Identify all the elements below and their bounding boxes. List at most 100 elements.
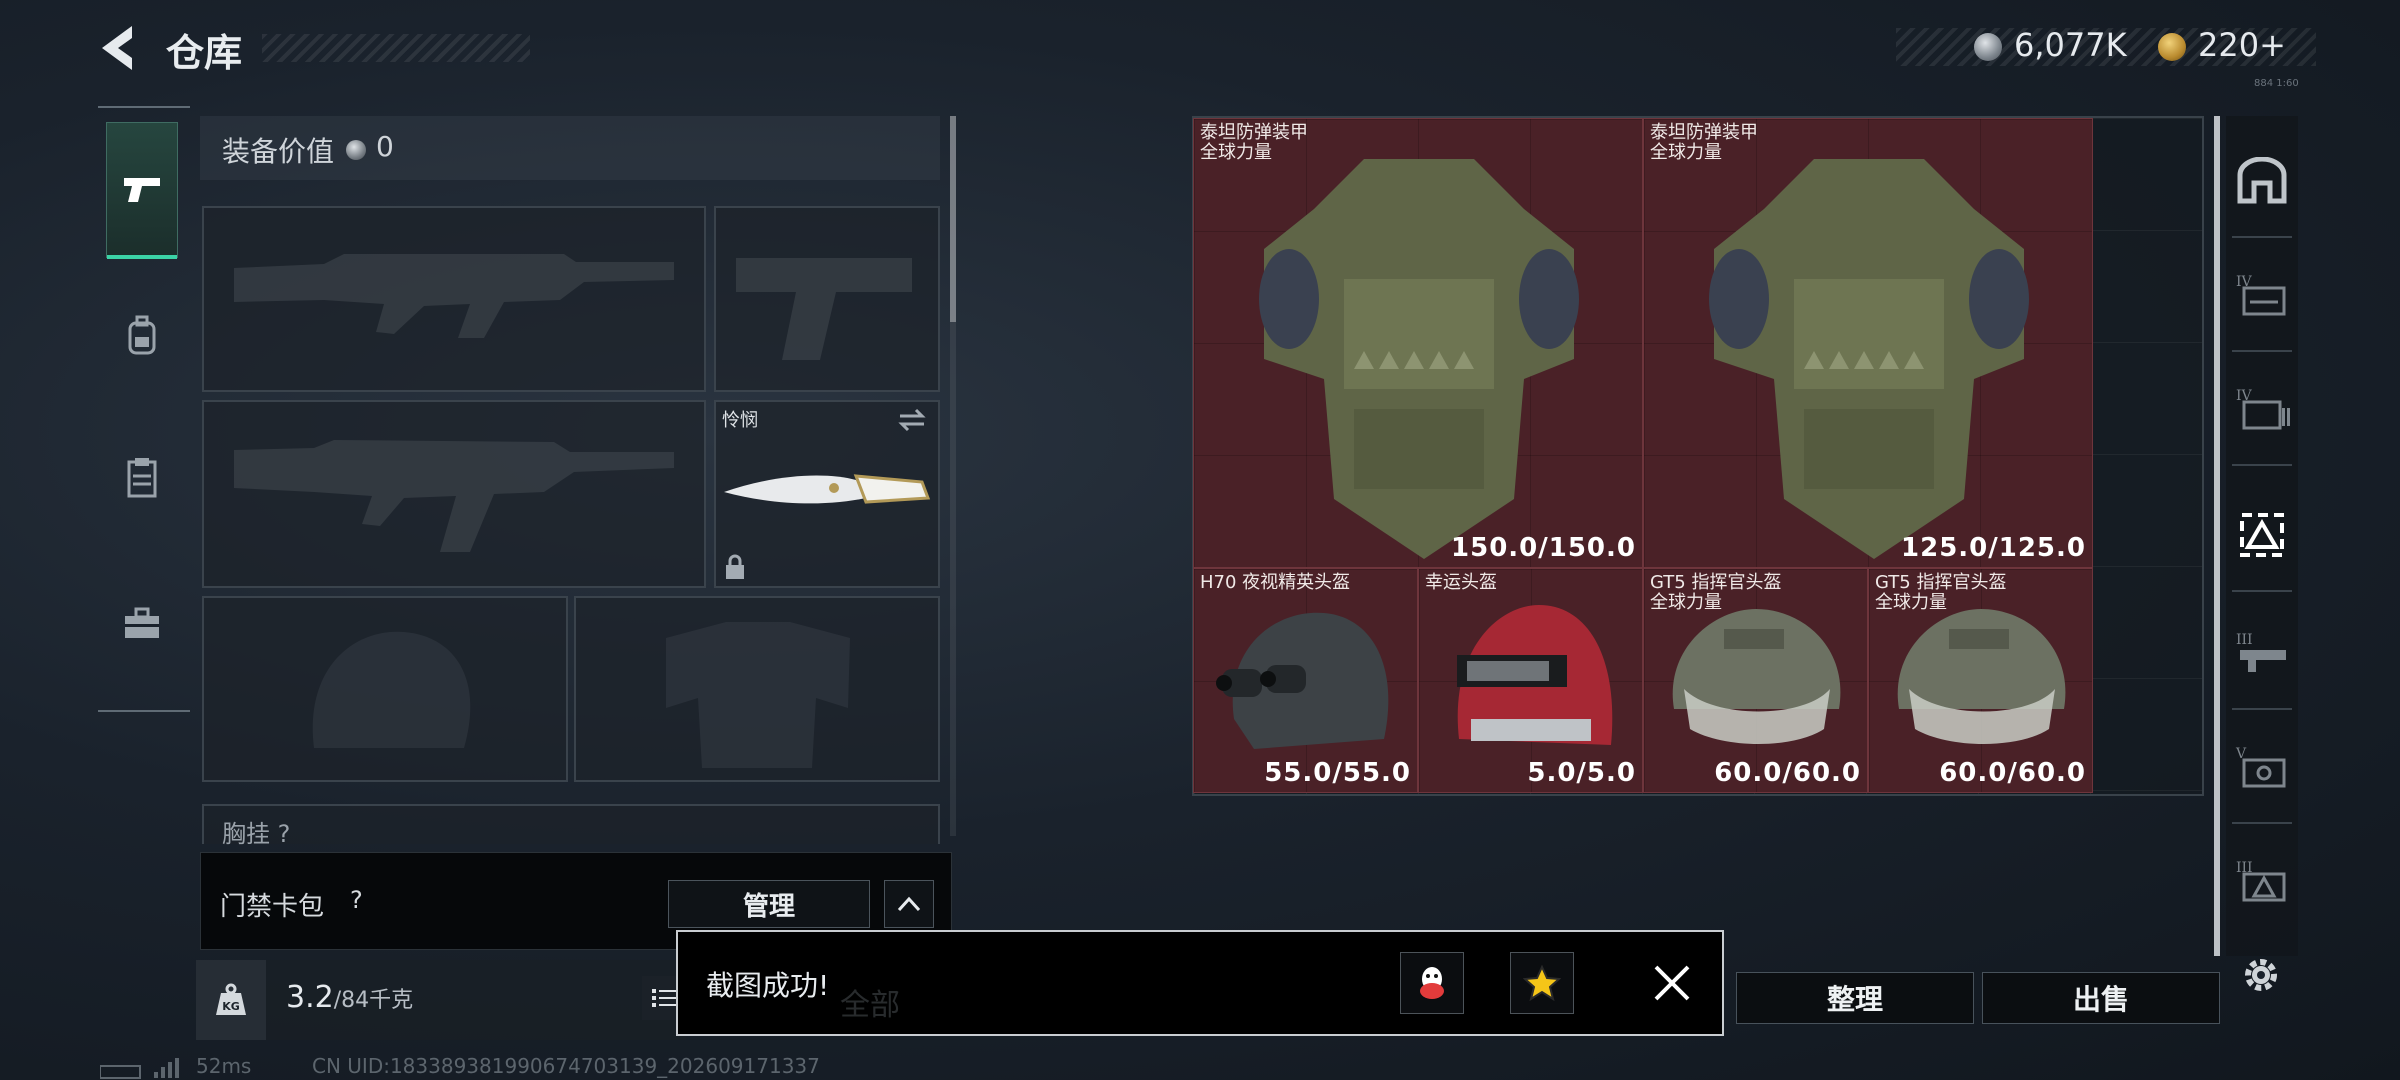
loadout-category-nav <box>98 106 190 712</box>
rail-tier-iv-ammo[interactable]: IV <box>2232 364 2292 454</box>
pistol-icon <box>124 178 160 202</box>
rail-tier-iv-weapons[interactable]: IV <box>2232 250 2292 340</box>
title-decoration <box>262 34 530 62</box>
lock-icon <box>726 554 744 579</box>
silver-coin-icon <box>346 140 366 160</box>
weight-value: 3.2/84千克 <box>286 980 413 1015</box>
melee-name: 怜悯 <box>722 410 758 431</box>
primary-weapon-slot[interactable] <box>202 206 706 392</box>
svg-text:III: III <box>2236 632 2253 648</box>
stash-item-helmet[interactable]: 幸运头盔 5.0/5.0 <box>1418 568 1643 793</box>
keycard-help-icon[interactable]: ? <box>350 886 376 916</box>
helmet-slot[interactable] <box>202 596 568 782</box>
item-durability: 125.0/125.0 <box>1901 533 2086 563</box>
nav-toolbox[interactable] <box>106 556 178 692</box>
stash-scrollbar[interactable] <box>2214 116 2220 956</box>
equip-value-number: 0 <box>376 130 394 163</box>
helmet-silhouette-icon <box>312 631 471 748</box>
stash-item-armor[interactable]: 泰坦防弹装甲 全球力量 150.0/150.0 <box>1193 118 1643 568</box>
armor-case-icon: III <box>2236 860 2286 902</box>
item-name: 泰坦防弹装甲 <box>1200 122 1308 143</box>
keycard-label: 门禁卡包 <box>220 892 325 922</box>
stash-item-helmet[interactable]: GT5 指挥官头盔 全球力量 60.0/60.0 <box>1643 568 1868 793</box>
armor-slot[interactable] <box>574 596 940 782</box>
close-icon <box>1654 965 1690 1001</box>
stash-item-helmet[interactable]: GT5 指挥官头盔 全球力量 60.0/60.0 <box>1868 568 2093 793</box>
share-qq-button[interactable] <box>1400 952 1464 1014</box>
rail-armor-filter[interactable] <box>2232 490 2292 580</box>
item-name: 幸运头盔 <box>1425 572 1497 593</box>
item-faction: 全球力量 <box>1650 142 1722 163</box>
rail-tier-v-weapons[interactable]: V <box>2232 722 2292 812</box>
equip-value-label: 装备价值 <box>222 135 335 168</box>
weight-icon-box: KG <box>196 960 266 1040</box>
star-icon <box>1523 965 1561 1001</box>
weapon-case-icon: IV <box>2236 274 2286 316</box>
gold-coin-icon <box>2158 33 2186 61</box>
ping-text: 52ms <box>196 1054 252 1078</box>
rifle-silhouette-icon <box>234 440 674 552</box>
chest-rig-icon <box>127 458 157 498</box>
stash-item-helmet[interactable]: H70 夜视精英头盔 55.0/55.0 <box>1193 568 1418 793</box>
item-durability: 150.0/150.0 <box>1451 533 1636 563</box>
stash-item-armor[interactable]: 泰坦防弹装甲 全球力量 125.0/125.0 <box>1643 118 2093 568</box>
backpack-icon <box>128 315 156 355</box>
back-button[interactable] <box>96 22 142 74</box>
safe-box-icon <box>2237 157 2287 204</box>
chest-rig-slot[interactable] <box>202 804 940 844</box>
collapse-button[interactable] <box>884 880 934 928</box>
toast-close-button[interactable] <box>1640 954 1704 1012</box>
item-name: GT5 指挥官头盔 <box>1875 572 2007 593</box>
secondary-weapon-slot[interactable] <box>202 400 706 588</box>
nav-chest-rig[interactable] <box>106 410 178 546</box>
manage-button[interactable]: 管理 <box>668 880 870 928</box>
currency-silver-value: 6,077K <box>2014 26 2127 64</box>
silver-coin-icon <box>1974 33 2002 61</box>
qq-icon <box>1420 967 1444 999</box>
gear-icon <box>2245 959 2277 991</box>
chevron-up-icon <box>897 896 921 912</box>
rail-tier-iii-weapons[interactable]: III <box>2232 608 2292 698</box>
share-qzone-button[interactable] <box>1510 952 1574 1014</box>
page-title: 仓库 <box>166 31 243 75</box>
item-durability: 60.0/60.0 <box>1939 758 2086 788</box>
toast-underlay-text: 全部 <box>840 988 900 1023</box>
weight-current: 3.2 <box>286 980 334 1015</box>
tiny-version-text: 884 1:60 <box>2254 78 2299 89</box>
loadout-scrollbar-thumb[interactable] <box>950 116 956 322</box>
item-faction: 全球力量 <box>1650 592 1722 613</box>
weight-max: /84千克 <box>333 988 414 1013</box>
item-faction: 全球力量 <box>1200 142 1272 163</box>
sell-button[interactable]: 出售 <box>1982 972 2220 1024</box>
item-name: GT5 指挥官头盔 <box>1650 572 1782 593</box>
item-durability: 60.0/60.0 <box>1714 758 1861 788</box>
settings-button[interactable] <box>2238 950 2284 1000</box>
chest-rig-label: 胸挂 ? <box>222 820 291 848</box>
sort-button[interactable]: 整理 <box>1736 972 1974 1024</box>
list-icon <box>652 989 676 1007</box>
nav-weapons[interactable] <box>106 122 178 259</box>
rail-tier-iii-armor[interactable]: III <box>2232 836 2292 926</box>
svg-text:KG: KG <box>222 1000 240 1013</box>
uid-text: CN UID:18338938199067470313​9_2026091713… <box>312 1054 820 1078</box>
rifle-case-icon: III <box>2236 632 2286 672</box>
weight-bar <box>196 960 686 1040</box>
swap-icon <box>898 408 926 432</box>
pistol-slot[interactable] <box>714 206 940 392</box>
body-armor-icon <box>1259 159 1579 559</box>
rail-all-items[interactable] <box>2232 136 2292 226</box>
item-name: H70 夜视精英头盔 <box>1200 572 1351 593</box>
rifle-silhouette-icon <box>234 254 674 338</box>
toast-message: 截图成功! <box>706 969 830 1002</box>
item-durability: 5.0/5.0 <box>1527 758 1636 788</box>
network-signal-icon <box>100 1058 179 1079</box>
item-name: 泰坦防弹装甲 <box>1650 122 1758 143</box>
item-durability: 55.0/55.0 <box>1264 758 1411 788</box>
toolbox-icon <box>125 607 159 638</box>
armor-filter-icon <box>2240 513 2284 557</box>
nav-backpack[interactable] <box>106 268 178 404</box>
back-arrow-icon <box>102 26 132 70</box>
armor-silhouette-icon <box>666 622 850 768</box>
weight-kg-icon: KG <box>216 983 246 1015</box>
currency-gold-value: 220+ <box>2198 26 2286 64</box>
